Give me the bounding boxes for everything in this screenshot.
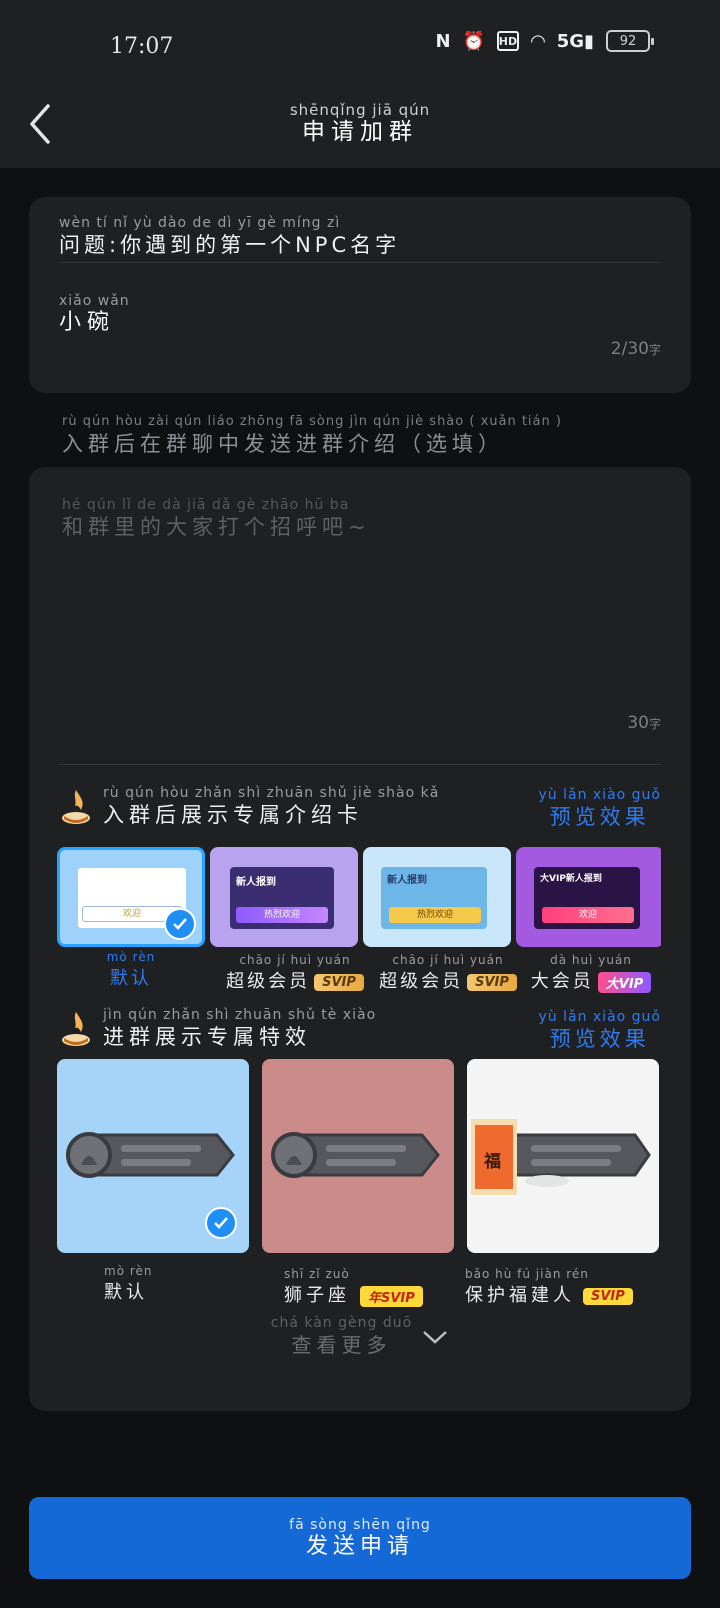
vip-badge: 大VIP: [597, 972, 652, 993]
page-title: shēnqǐng jiā qún 申请加群: [289, 101, 431, 145]
intro-card-default[interactable]: 欢迎: [57, 847, 205, 947]
intro-label: rù qún hòu zài qún liáo zhōng fā sòng jì…: [62, 414, 562, 456]
svip-badge: SVIP: [314, 974, 364, 991]
fx-label-default: mò rèn 默认: [104, 1264, 153, 1303]
answer-counter: 2/30字: [610, 339, 661, 359]
flame-icon: [62, 790, 90, 824]
year-svip-badge: 年SVIP: [360, 1286, 423, 1307]
fx-section-title: jìn qún zhǎn shì zhuān shǔ tè xiào 进群展示专…: [59, 1007, 376, 1051]
signal-icon: 5G▮: [556, 30, 594, 52]
flame-icon: [62, 1012, 90, 1046]
card-inner-label: 大VIP新人报到: [540, 874, 602, 884]
intro-card-list: 欢迎 新人报到 热烈欢迎 新人报到 热烈欢迎 大VIP新人报到 欢迎: [57, 847, 661, 947]
card-inner-label: 新人报到: [236, 877, 276, 888]
intro-counter: 30字: [627, 713, 661, 733]
send-request-button[interactable]: fā sòng shēn qǐng 发送申请: [29, 1497, 691, 1579]
fx-list: 福: [57, 1059, 661, 1255]
nfc-icon: Ν: [435, 30, 451, 52]
fx-preview-link[interactable]: yù lǎn xiào guǒ 预览效果: [539, 1009, 662, 1053]
battery-icon: 92: [606, 30, 654, 52]
card-section-title: rù qún hòu zhǎn shì zhuān shǔ jiè shào k…: [59, 785, 439, 829]
fx-default[interactable]: [57, 1059, 249, 1253]
question-card: wèn tí nǐ yù dào de dì yī gè míng zì 问题:…: [29, 197, 691, 393]
intro-card-bigvip[interactable]: 大VIP新人报到 欢迎: [516, 847, 661, 947]
divider: [59, 262, 661, 263]
fu-label: 福: [484, 1152, 501, 1172]
intro-card-label-svip-2: chāo jí huì yuán 超级会员 SVIP: [363, 949, 533, 996]
fx-label-fujian: bǎo hù fú jiàn rén 保护福建人 SVIP: [465, 1263, 633, 1310]
chevron-down-icon: [423, 1331, 448, 1344]
check-icon: [164, 908, 196, 940]
intro-card-label-bigvip: dà huì yuán 大会员 大VIP: [516, 949, 666, 996]
top-bar: 17:07 Ν ⏰ HD ◠ 5G▮ 92 shēnqǐng jiā qún 申…: [0, 0, 720, 168]
card-preview-link[interactable]: yù lǎn xiào guǒ 预览效果: [539, 787, 662, 831]
alarm-icon: ⏰: [462, 30, 485, 52]
fx-fujian[interactable]: 福: [467, 1059, 659, 1253]
intro-textarea[interactable]: hé qún lǐ de dà jiā dǎ gè zhāo hū ba 和群里…: [62, 497, 371, 541]
view-more-button[interactable]: chá kàn gèng duō 查看更多: [29, 1315, 691, 1359]
card-inner-button: 欢迎: [542, 907, 634, 923]
check-icon: [205, 1207, 237, 1239]
svip-badge: SVIP: [467, 974, 517, 991]
intro-card-svip-2[interactable]: 新人报到 热烈欢迎: [363, 847, 511, 947]
intro-card-label-default: mò rèn 默认: [106, 950, 156, 989]
hd-icon: HD: [496, 31, 519, 51]
status-icons: Ν ⏰ HD ◠ 5G▮ 92: [435, 30, 654, 52]
card-inner-button: 热烈欢迎: [236, 907, 328, 923]
svip-badge: SVIP: [583, 1288, 633, 1305]
intro-card-svip-1[interactable]: 新人报到 热烈欢迎: [210, 847, 358, 947]
card-inner-button: 热烈欢迎: [389, 907, 481, 923]
fx-leo[interactable]: [262, 1059, 454, 1253]
intro-card: hé qún lǐ de dà jiā dǎ gè zhāo hū ba 和群里…: [29, 467, 691, 1411]
fx-label-leo: shī zǐ zuò 狮子座 年SVIP: [284, 1263, 423, 1310]
question-text: wèn tí nǐ yù dào de dì yī gè míng zì 问题:…: [59, 215, 401, 257]
divider: [59, 764, 661, 765]
answer-input[interactable]: xiǎo wǎn 小碗: [59, 293, 130, 337]
fx-banner-icon: [271, 1132, 440, 1178]
intro-card-label-svip-1: chāo jí huì yuán 超级会员 SVIP: [210, 949, 380, 996]
card-inner-label: 新人报到: [387, 875, 427, 886]
status-time: 17:07: [110, 34, 174, 59]
wifi-icon: ◠: [530, 30, 545, 52]
